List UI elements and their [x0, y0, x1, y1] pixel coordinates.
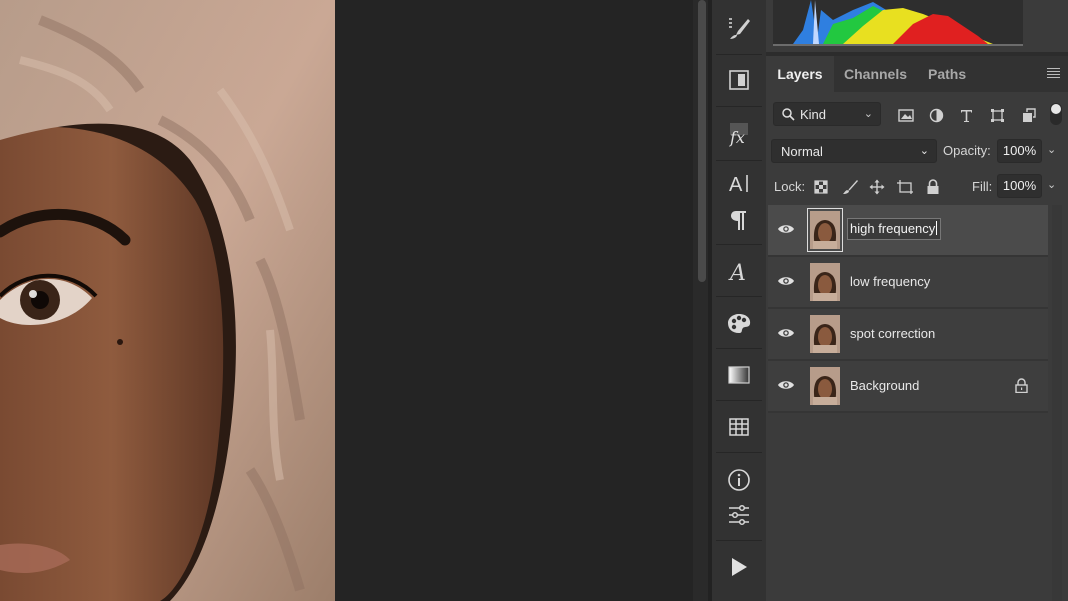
- glyphs-icon[interactable]: A: [717, 251, 761, 291]
- layer-name-input[interactable]: high frequency: [847, 218, 942, 240]
- panel-menu-icon[interactable]: [1047, 68, 1060, 79]
- actions-play-icon[interactable]: [717, 547, 761, 587]
- layer-thumbnail[interactable]: [807, 208, 843, 252]
- color-swatches-icon[interactable]: [717, 303, 761, 343]
- brush-settings-icon[interactable]: [717, 8, 761, 48]
- canvas-workspace: [335, 0, 693, 601]
- lock-all-icon[interactable]: [924, 178, 942, 196]
- filter-smart-object-icon[interactable]: [1019, 106, 1037, 124]
- layer-name-text: high frequency: [850, 221, 936, 236]
- layer-thumbnail[interactable]: [810, 315, 840, 353]
- lock-artboard-icon[interactable]: [896, 178, 914, 196]
- tab-layers[interactable]: Layers: [766, 56, 834, 92]
- table-icon[interactable]: [717, 407, 761, 447]
- fill-input[interactable]: 100%: [997, 174, 1042, 198]
- styles-fx-icon[interactable]: fx: [717, 114, 761, 154]
- filter-type-layer-icon[interactable]: [957, 106, 975, 124]
- panel-tab-bar: Layers Channels Paths: [766, 56, 1068, 92]
- visibility-eye-icon[interactable]: [777, 378, 795, 392]
- tab-channels[interactable]: Channels: [844, 56, 907, 92]
- adjustments-icon[interactable]: [717, 495, 761, 535]
- layer-row-background[interactable]: Background: [768, 361, 1048, 413]
- filter-pixel-layer-icon[interactable]: [897, 106, 915, 124]
- lock-icon[interactable]: [1015, 378, 1028, 393]
- character-icon[interactable]: A: [717, 163, 761, 203]
- chevron-down-icon: ⌄: [919, 145, 929, 157]
- lock-label: Lock:: [774, 179, 806, 194]
- layer-row-low-frequency[interactable]: low frequency: [768, 257, 1048, 309]
- visibility-eye-icon[interactable]: [777, 222, 795, 236]
- layer-name: spot correction: [850, 326, 936, 341]
- panel-icon-dock: fx A A: [712, 0, 766, 601]
- lock-position-icon[interactable]: [868, 178, 886, 196]
- blend-mode-select[interactable]: Normal ⌄: [771, 139, 937, 163]
- fill-dropdown-icon[interactable]: ⌄: [1047, 178, 1056, 191]
- layer-name: low frequency: [850, 274, 931, 289]
- layer-thumbnail[interactable]: [810, 367, 840, 405]
- filter-toggle-switch[interactable]: [1050, 103, 1062, 125]
- svg-text:A: A: [729, 174, 743, 196]
- filter-shape-layer-icon[interactable]: [988, 106, 1006, 124]
- layer-row-high-frequency[interactable]: high frequency: [768, 205, 1048, 257]
- visibility-eye-icon[interactable]: [777, 326, 795, 340]
- opacity-label: Opacity:: [943, 143, 991, 158]
- layer-row-spot-correction[interactable]: spot correction: [768, 309, 1048, 361]
- svg-text:A: A: [728, 261, 746, 284]
- histogram-graph: [773, 0, 1023, 46]
- svg-text:fx: fx: [729, 128, 745, 147]
- blend-mode-value: Normal: [781, 144, 823, 159]
- clone-source-icon[interactable]: [717, 60, 761, 100]
- filter-kind-select[interactable]: Kind ⌄: [773, 102, 881, 126]
- canvas-scrollbar-thumb[interactable]: [698, 0, 706, 282]
- tab-paths[interactable]: Paths: [928, 56, 966, 92]
- paragraph-icon[interactable]: [717, 200, 761, 240]
- chevron-down-icon: ⌄: [863, 108, 873, 120]
- fill-label: Fill:: [972, 179, 993, 194]
- opacity-input[interactable]: 100%: [997, 139, 1042, 163]
- visibility-eye-icon[interactable]: [777, 274, 795, 288]
- layer-thumbnail[interactable]: [810, 263, 840, 301]
- search-icon: [782, 108, 795, 121]
- filter-kind-label: Kind: [800, 107, 827, 122]
- gradients-icon[interactable]: [717, 355, 761, 395]
- filter-adjustment-layer-icon[interactable]: [927, 106, 945, 124]
- lock-transparent-pixels-icon[interactable]: [812, 178, 830, 196]
- text-cursor: [936, 221, 938, 235]
- layer-name: Background: [850, 378, 920, 393]
- document-canvas-image[interactable]: [0, 0, 335, 601]
- lock-image-pixels-icon[interactable]: [841, 178, 859, 196]
- layers-panel-scrollbar[interactable]: [1052, 205, 1062, 601]
- info-icon[interactable]: [717, 460, 761, 500]
- opacity-dropdown-icon[interactable]: ⌄: [1047, 143, 1056, 156]
